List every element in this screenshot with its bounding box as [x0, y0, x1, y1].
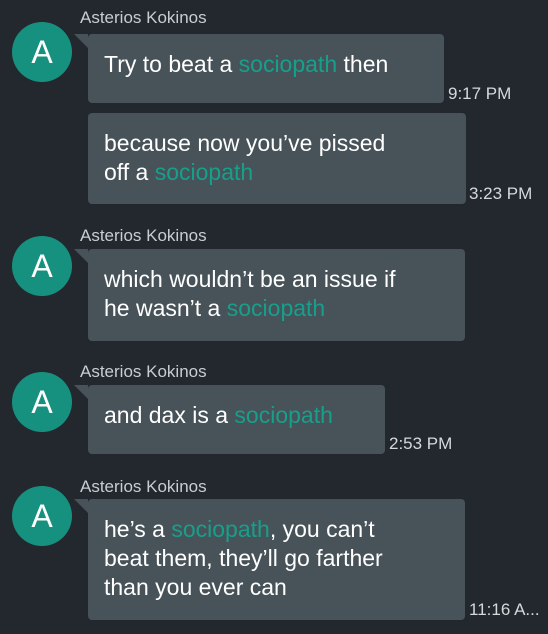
message-bubble[interactable]: Try to beat a sociopath then: [74, 34, 444, 103]
message-text: and dax is a sociopath: [104, 402, 333, 428]
avatar[interactable]: A: [12, 22, 72, 82]
avatar[interactable]: A: [12, 372, 72, 432]
avatar[interactable]: A: [12, 236, 72, 296]
message-text: he’s a sociopath, you can’t beat them, t…: [104, 516, 383, 600]
message-bubble[interactable]: because now you’ve pissed off a sociopat…: [88, 113, 466, 204]
message-text: Try to beat a sociopath then: [104, 51, 389, 77]
sociopath-link[interactable]: sociopath: [171, 516, 269, 542]
sender-name: Asterios Kokinos: [80, 477, 207, 496]
sender-name: Asterios Kokinos: [80, 362, 207, 381]
sender-name: Asterios Kokinos: [80, 226, 207, 245]
sociopath-link[interactable]: sociopath: [239, 51, 337, 77]
message-timestamp: 3:23 PM: [469, 184, 533, 203]
message-bubble[interactable]: and dax is a sociopath: [74, 385, 385, 454]
message-bubble[interactable]: he’s a sociopath, you can’t beat them, t…: [74, 499, 465, 620]
message-text: which wouldn’t be an issue if he wasn’t …: [104, 266, 396, 321]
sociopath-link[interactable]: sociopath: [155, 159, 253, 185]
sociopath-link[interactable]: sociopath: [234, 402, 332, 428]
sociopath-link[interactable]: sociopath: [227, 295, 325, 321]
avatar[interactable]: A: [12, 486, 72, 546]
message-timestamp: 9:17 PM: [448, 84, 512, 103]
message-text: because now you’ve pissed off a sociopat…: [104, 130, 386, 185]
sender-name: Asterios Kokinos: [80, 8, 207, 27]
message-bubble[interactable]: which wouldn’t be an issue if he wasn’t …: [74, 249, 465, 341]
message-timestamp: 2:53 PM: [389, 434, 453, 453]
message-timestamp: 11:16 A...: [469, 600, 540, 619]
